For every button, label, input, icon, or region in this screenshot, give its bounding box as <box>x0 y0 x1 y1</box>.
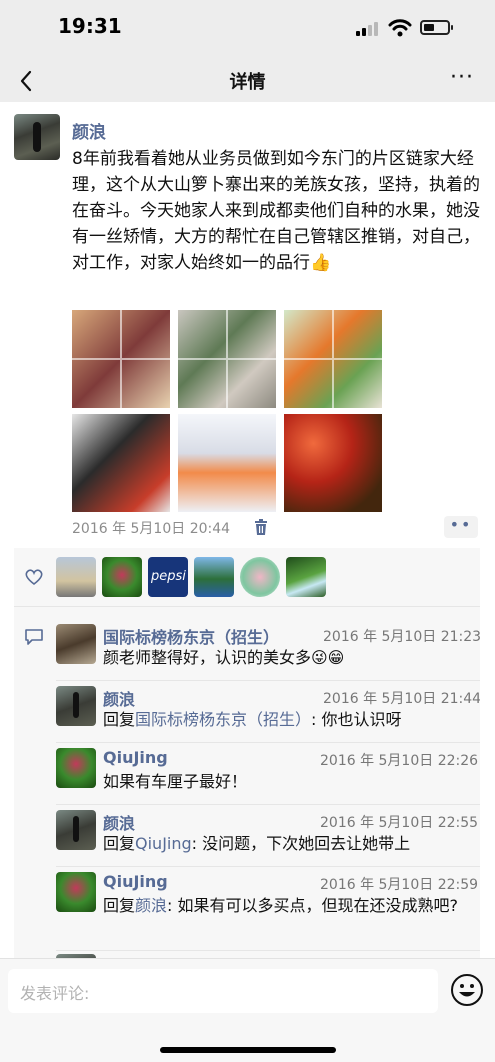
commenter-avatar[interactable] <box>56 624 96 664</box>
trash-icon[interactable] <box>252 518 270 536</box>
divider <box>56 950 480 951</box>
commenter-name[interactable]: 颜浪 <box>103 686 135 710</box>
post-photo[interactable] <box>72 310 170 408</box>
divider <box>56 804 480 805</box>
post-photo[interactable] <box>72 414 170 512</box>
author-name[interactable]: 颜浪 <box>72 118 106 143</box>
reply-prefix: 回复 <box>103 710 136 729</box>
like-avatar[interactable] <box>56 557 96 597</box>
reply-target[interactable]: 国际标榜杨东京（招生） <box>135 710 311 729</box>
comment-time: 2016 年 5月10日 22:59 <box>320 877 479 893</box>
comment-input-bar: 发表评论: <box>0 958 495 1062</box>
divider <box>56 866 480 867</box>
reply-text: : 你也认识呀 <box>311 710 402 729</box>
status-bar: 19:31 <box>0 0 495 58</box>
comment-text[interactable]: 颜老师整得好，认识的美女多😜😁 <box>103 647 473 669</box>
thumbs-up-emoji: 👍 <box>310 253 332 273</box>
comment-input[interactable]: 发表评论: <box>8 969 438 1013</box>
commenter-avatar[interactable] <box>56 686 96 726</box>
comment-time: 2016 年 5月10日 21:23 <box>323 629 480 645</box>
comment-input-placeholder: 发表评论: <box>20 984 90 1003</box>
commenter-name[interactable]: QiuJing <box>103 872 168 891</box>
status-time: 19:31 <box>58 14 122 38</box>
like-avatar[interactable] <box>286 557 326 597</box>
battery-icon <box>420 20 453 35</box>
home-indicator <box>160 1047 336 1053</box>
divider <box>56 742 480 743</box>
emoji-icon[interactable] <box>450 973 484 1007</box>
comment-time: 2016 年 5月10日 22:55 <box>320 815 479 831</box>
like-avatar[interactable]: pepsi <box>148 557 188 597</box>
reply-target[interactable]: 颜浪 <box>135 896 167 915</box>
signal-icon <box>356 22 382 36</box>
reply-prefix: 回复 <box>103 896 136 915</box>
page-title: 详情 <box>229 72 266 93</box>
commenter-name[interactable]: 国际标榜杨东京（招生） <box>103 624 279 648</box>
like-row: pepsi <box>14 548 480 607</box>
commenter-avatar[interactable] <box>56 810 96 850</box>
comment-text[interactable]: 回复颜浪: 如果有可以多买点，但现在还没成熟吧? <box>103 895 465 917</box>
post-text: 8年前我看着她从业务员做到如今东门的片区链家大经理，这个从大山箩卜寨出来的羌族女… <box>72 146 484 276</box>
divider <box>56 680 480 681</box>
post-photo[interactable] <box>284 414 382 512</box>
post-time: 2016 年 5月10日 20:44 <box>72 521 231 537</box>
commenter-avatar[interactable] <box>56 748 96 788</box>
reply-text: : 如果有可以多买点，但现在还没成熟吧? <box>167 896 459 915</box>
post-photo[interactable] <box>178 310 276 408</box>
like-avatar[interactable] <box>102 557 142 597</box>
comment-text[interactable]: 如果有车厘子最好！ <box>103 771 473 793</box>
post-action-button[interactable]: •• <box>444 516 478 538</box>
comment-time: 2016 年 5月10日 22:26 <box>320 753 479 769</box>
heart-icon <box>25 569 43 586</box>
commenter-avatar[interactable] <box>56 872 96 912</box>
commenter-name[interactable]: 颜浪 <box>103 810 135 834</box>
comment-icon <box>25 629 43 645</box>
post-photo[interactable] <box>284 310 382 408</box>
reply-text: : 没问题，下次她回去让她带上 <box>191 834 411 853</box>
post-body: 8年前我看着她从业务员做到如今东门的片区链家大经理，这个从大山箩卜寨出来的羌族女… <box>72 149 480 273</box>
more-icon[interactable]: ··· <box>447 66 477 94</box>
author-avatar[interactable] <box>14 114 60 160</box>
nav-bar: 详情 ··· <box>0 58 495 102</box>
comment-text[interactable]: 回复国际标榜杨东京（招生）: 你也认识呀 <box>103 709 473 731</box>
pepsi-label: pepsi <box>151 569 186 584</box>
like-avatar[interactable] <box>240 557 280 597</box>
comment-time: 2016 年 5月10日 21:44 <box>323 691 480 707</box>
post-photo[interactable] <box>178 414 276 512</box>
reply-prefix: 回复 <box>103 834 136 853</box>
comment-text[interactable]: 回复QiuJing: 没问题，下次她回去让她带上 <box>103 833 473 855</box>
comment-area: pepsi 国际标榜杨东京（招生） 2016 年 5月10日 21:23 颜老师… <box>14 548 480 958</box>
commenter-name[interactable]: QiuJing <box>103 748 168 767</box>
wifi-icon <box>388 19 412 37</box>
reply-target[interactable]: QiuJing <box>135 834 192 853</box>
like-avatar[interactable] <box>194 557 234 597</box>
